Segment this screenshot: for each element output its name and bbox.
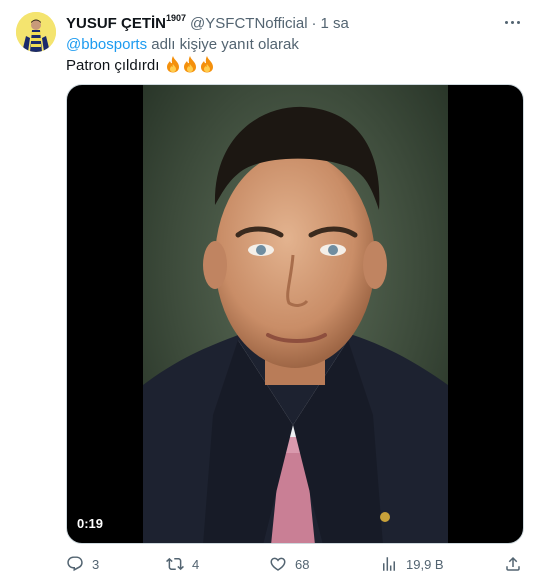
fire-emoji-icon: [182, 55, 198, 79]
like-button[interactable]: 68: [269, 552, 309, 576]
views-count: 19,9 B: [406, 556, 444, 572]
reply-context-text: adlı kişiye yanıt olarak: [147, 36, 299, 53]
tweet[interactable]: YUSUF ÇETİN1907 @YSFCTNofficial · 1 sa @…: [0, 0, 538, 584]
avatar[interactable]: [16, 12, 56, 52]
views-button[interactable]: 19,9 B: [380, 552, 444, 576]
video-thumbnail: [143, 85, 448, 543]
author-name[interactable]: YUSUF ÇETİN1907: [66, 13, 187, 32]
reply-mention-link[interactable]: @bbosports: [66, 36, 147, 53]
fire-emoji-icon: [199, 55, 215, 79]
author-name-text[interactable]: YUSUF ÇETİN: [66, 15, 166, 32]
fire-emoji-icon: [165, 55, 181, 79]
author-handle[interactable]: @YSFCTNofficial: [190, 15, 307, 32]
tweet-text: Patron çıldırdı: [66, 55, 215, 79]
action-bar: 3 4 68 19,9 B: [66, 552, 524, 576]
reply-count: 3: [92, 556, 100, 572]
bar-chart-icon: [383, 557, 395, 571]
like-count: 68: [295, 556, 310, 572]
video-player[interactable]: 0:19: [66, 84, 524, 544]
retweet-count: 4: [192, 556, 200, 572]
share-button[interactable]: [504, 552, 522, 576]
more-options-icon[interactable]: [500, 12, 524, 32]
tweet-text-content: Patron çıldırdı: [66, 57, 160, 74]
retweet-icon: [166, 557, 184, 571]
author-name-suffix: 1907: [166, 13, 187, 23]
share-icon: [506, 556, 520, 571]
tweet-header: YUSUF ÇETİN1907 @YSFCTNofficial · 1 sa: [66, 13, 492, 34]
reply-context: @bbosports adlı kişiye yanıt olarak: [66, 36, 299, 53]
video-duration: 0:19: [77, 516, 104, 531]
tweet-timestamp[interactable]: 1 sa: [321, 15, 349, 32]
heart-icon: [270, 557, 286, 571]
reply-button[interactable]: 3: [66, 552, 99, 576]
retweet-button[interactable]: 4: [166, 552, 199, 576]
separator-dot: ·: [311, 15, 317, 32]
comment-icon: [67, 556, 83, 572]
